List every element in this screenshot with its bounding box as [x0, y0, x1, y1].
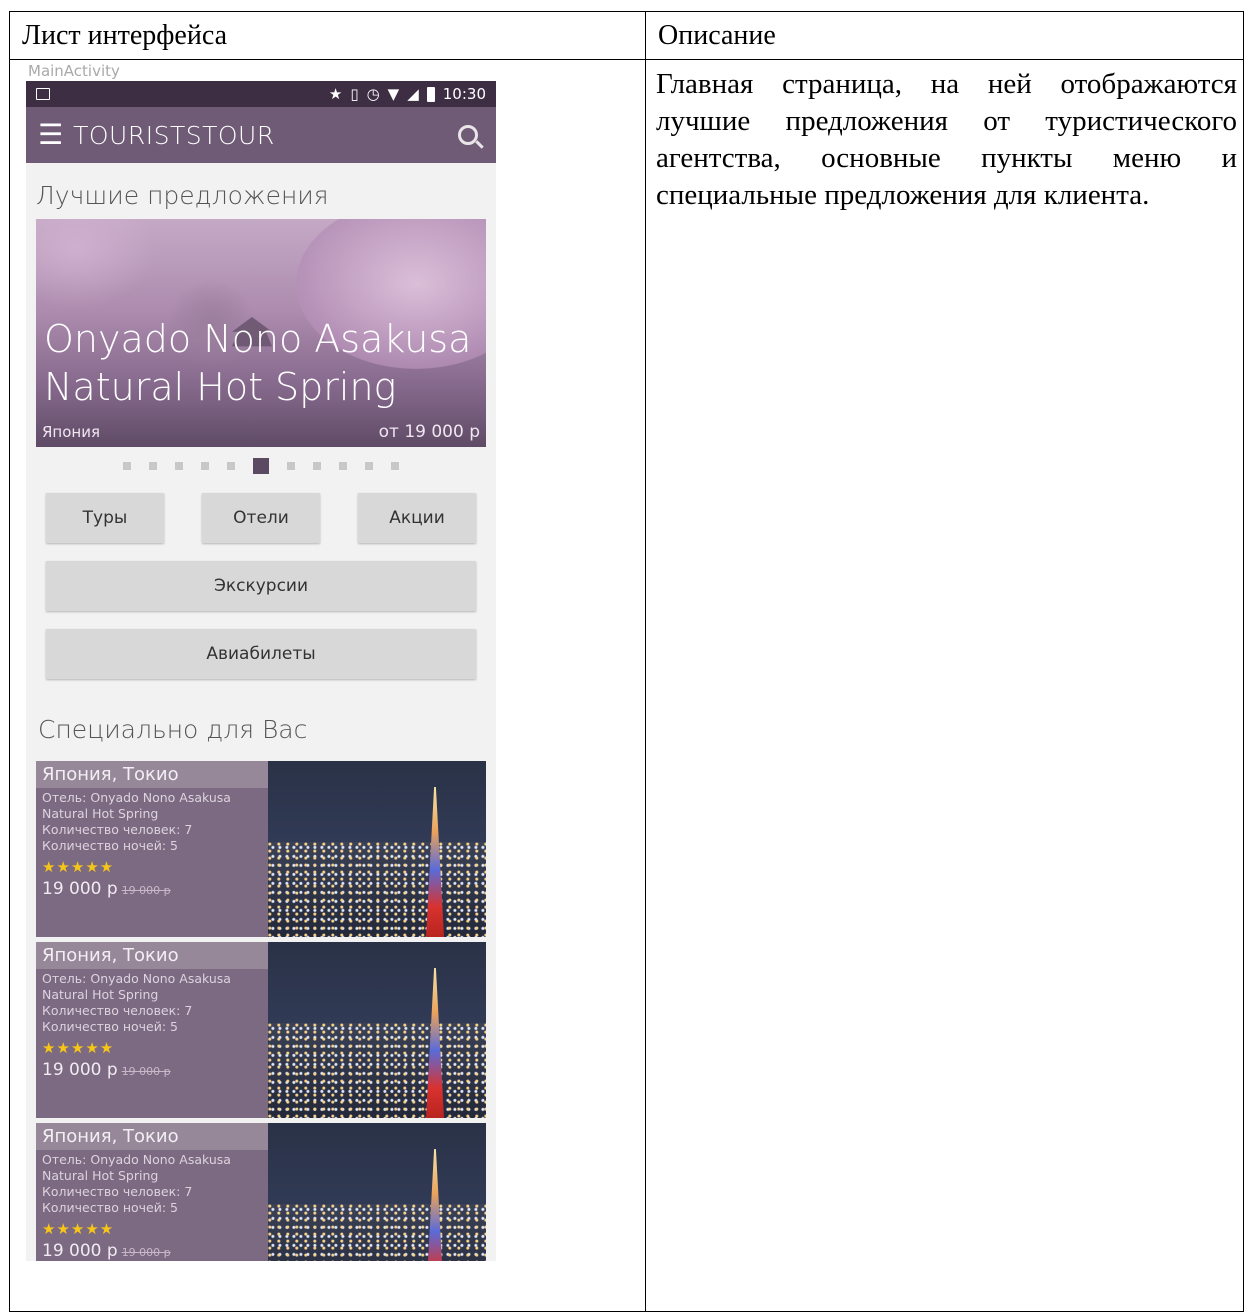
offer-hotel-line1: Отель: Onyado Nono Asakusa [42, 971, 231, 986]
hotels-button[interactable]: Отели [202, 493, 320, 543]
carousel-dot[interactable] [149, 462, 157, 470]
description-text: Главная страница, на ней отображаются лу… [656, 68, 1237, 211]
offer-card[interactable]: Япония, Токио Отель: Onyado Nono Asakusa N… [36, 942, 486, 1118]
offer-hotel-line1: Отель: Onyado Nono Asakusa [42, 790, 231, 805]
offer-nights: Количество ночей: 5 [42, 1019, 179, 1034]
special-offers-title: Специально для Вас [38, 715, 308, 744]
offer-info: Япония, Токио Отель: Onyado Nono Asakusa N… [36, 942, 268, 1118]
city-skyline [268, 1023, 486, 1118]
offer-current-price: 19 000 р [42, 1241, 118, 1261]
interface-cell: MainActivity ★ ▯ ◷ ▼ ◢ 10:30 ☰ TOURISTST… [9, 59, 646, 1312]
table-header-row: Лист интерфейса Описание [9, 11, 1244, 60]
flights-button[interactable]: Авиабилеты [46, 629, 476, 679]
offer-image [268, 942, 486, 1118]
carousel-dot[interactable] [201, 462, 209, 470]
offer-image [268, 761, 486, 937]
activity-label: MainActivity [26, 61, 496, 81]
offer-details: Отель: Onyado Nono Asakusa Natural Hot Sp… [36, 969, 268, 1035]
app-title: TOURISTSTOUR [73, 120, 275, 150]
offer-card[interactable]: Япония, Токио Отель: Onyado Nono Asakusa N… [36, 761, 486, 937]
app-bar: ☰ TOURISTSTOUR [26, 107, 496, 163]
city-skyline [268, 842, 486, 937]
star-rating: ★★★★★ [42, 1220, 115, 1238]
alarm-icon: ◷ [366, 85, 380, 103]
offer-current-price: 19 000 р [42, 879, 118, 899]
offer-people: Количество человек: 7 [42, 1184, 193, 1199]
offer-info: Япония, Токио Отель: Onyado Nono Asakusa N… [36, 761, 268, 937]
star-rating: ★★★★★ [42, 1039, 115, 1057]
offer-old-price: 19 000 р [121, 1065, 171, 1078]
hero-price: от 19 000 р [378, 422, 480, 442]
star-icon: ★ [328, 85, 343, 103]
phone-screenshot: MainActivity ★ ▯ ◷ ▼ ◢ 10:30 ☰ TOURISTST… [26, 61, 496, 1261]
offer-hotel-line2: Natural Hot Spring [42, 1168, 159, 1183]
offer-location: Япония, Токио [36, 1123, 268, 1150]
carousel-dot-active[interactable] [253, 458, 269, 474]
offer-price: 19 000 р 19 000 р [36, 1237, 268, 1261]
menu-icon[interactable]: ☰ [38, 121, 63, 149]
carousel-dot[interactable] [123, 462, 131, 470]
offer-location: Япония, Токио [36, 942, 268, 969]
menu-button-row: Туры Отели Акции [46, 493, 476, 543]
hero-country: Япония [42, 423, 100, 441]
carousel-dot[interactable] [287, 462, 295, 470]
offer-hotel-line1: Отель: Onyado Nono Asakusa [42, 1152, 231, 1167]
signal-icon: ◢ [407, 85, 419, 103]
header-description: Описание [645, 11, 1244, 60]
offer-info: Япония, Токио Отель: Onyado Nono Asakusa N… [36, 1123, 268, 1261]
table-body-row: MainActivity ★ ▯ ◷ ▼ ◢ 10:30 ☰ TOURISTST… [9, 59, 1244, 1312]
hero-title: Onyado Nono Asakusa Natural Hot Spring [44, 317, 472, 409]
offer-old-price: 19 000 р [121, 1246, 171, 1259]
offer-details: Отель: Onyado Nono Asakusa Natural Hot Sp… [36, 1150, 268, 1216]
offer-price: 19 000 р 19 000 р [36, 875, 268, 899]
star-rating: ★★★★★ [42, 858, 115, 876]
offer-details: Отель: Onyado Nono Asakusa Natural Hot Sp… [36, 788, 268, 854]
wifi-icon: ▼ [387, 85, 400, 103]
battery-icon [426, 86, 435, 102]
status-bar: ★ ▯ ◷ ▼ ◢ 10:30 [26, 81, 496, 107]
offer-people: Количество человек: 7 [42, 1003, 193, 1018]
blossom-decoration [36, 219, 156, 309]
status-time: 10:30 [442, 85, 486, 103]
document-table: Лист интерфейса Описание MainActivity ★ … [9, 11, 1244, 1312]
image-icon [36, 88, 50, 100]
offer-people: Количество человек: 7 [42, 822, 193, 837]
offer-nights: Количество ночей: 5 [42, 1200, 179, 1215]
offer-location: Япония, Токио [36, 761, 268, 788]
offer-card[interactable]: Япония, Токио Отель: Onyado Nono Asakusa N… [36, 1123, 486, 1261]
best-offers-title: Лучшие предложения [36, 181, 329, 210]
offer-image [268, 1123, 486, 1261]
offer-price: 19 000 р 19 000 р [36, 1056, 268, 1080]
app-bar-left: ☰ TOURISTSTOUR [38, 121, 275, 150]
description-cell: Главная страница, на ней отображаются лу… [645, 59, 1244, 1312]
header-interface-sheet: Лист интерфейса [9, 11, 646, 60]
carousel-dot[interactable] [313, 462, 321, 470]
promotions-button[interactable]: Акции [358, 493, 476, 543]
carousel-indicator[interactable] [26, 455, 496, 477]
hero-banner[interactable]: Onyado Nono Asakusa Natural Hot Spring Я… [36, 219, 486, 447]
carousel-dot[interactable] [391, 462, 399, 470]
offer-hotel-line2: Natural Hot Spring [42, 987, 159, 1002]
city-skyline [268, 1204, 486, 1261]
offer-hotel-line2: Natural Hot Spring [42, 806, 159, 821]
carousel-dot[interactable] [339, 462, 347, 470]
carousel-dot[interactable] [365, 462, 373, 470]
offer-current-price: 19 000 р [42, 1060, 118, 1080]
carousel-dot[interactable] [175, 462, 183, 470]
special-offers-list: Япония, Токио Отель: Onyado Nono Asakusa N… [26, 761, 496, 1261]
search-icon[interactable] [458, 125, 478, 145]
tours-button[interactable]: Туры [46, 493, 164, 543]
vibrate-icon: ▯ [350, 85, 359, 103]
status-icons: ★ ▯ ◷ ▼ ◢ 10:30 [329, 85, 486, 103]
carousel-dot[interactable] [227, 462, 235, 470]
offer-nights: Количество ночей: 5 [42, 838, 179, 853]
excursions-button[interactable]: Экскурсии [46, 561, 476, 611]
offer-old-price: 19 000 р [121, 884, 171, 897]
